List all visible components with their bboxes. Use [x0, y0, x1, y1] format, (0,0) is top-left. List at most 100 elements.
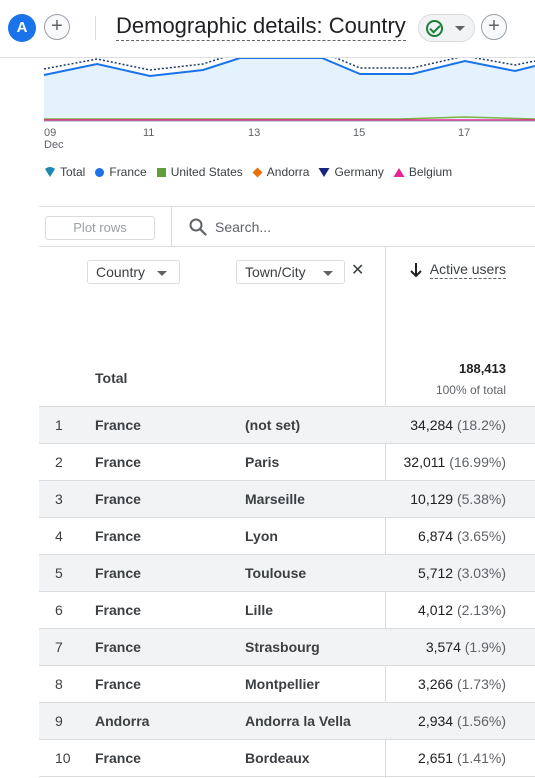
- row-percent: (2.13%): [456, 602, 506, 618]
- table-row[interactable]: 10 France Bordeaux 2,651 (1.41%): [39, 740, 535, 777]
- row-percent: (1.41%): [456, 750, 506, 766]
- row-city: (not set): [245, 417, 301, 433]
- row-city: Toulouse: [245, 565, 307, 581]
- row-rank: 8: [55, 676, 63, 692]
- row-rank: 9: [55, 713, 63, 729]
- add-comparison-button[interactable]: +: [44, 14, 70, 40]
- legend-marker-icon: [252, 165, 267, 179]
- legend-marker-icon: [94, 165, 109, 179]
- table-row[interactable]: 4 France Lyon 6,874 (3.65%): [39, 518, 535, 555]
- data-quality-button[interactable]: [418, 14, 475, 42]
- row-percent: (1.73%): [456, 676, 506, 692]
- legend-item-total[interactable]: Total: [44, 165, 85, 179]
- total-percent: 100% of total: [435, 383, 506, 397]
- table-row[interactable]: 1 France (not set) 34,284 (18.2%): [39, 407, 535, 444]
- legend-marker-icon: [318, 165, 334, 179]
- row-percent: (3.65%): [456, 528, 506, 544]
- row-country: France: [95, 602, 141, 618]
- row-rank: 2: [55, 454, 63, 470]
- row-country: France: [95, 750, 141, 766]
- legend-marker-icon: [156, 165, 171, 179]
- toolbar-divider: [171, 207, 172, 247]
- table-header: Country Town/City ✕ Active users Total 1…: [39, 247, 535, 407]
- city-dimension-label: Town/City: [245, 264, 306, 280]
- row-rank: 4: [55, 528, 63, 544]
- legend-item-united-states[interactable]: United States: [156, 165, 243, 179]
- chart-legend: Total France United States Andorra Germany Be…: [44, 164, 461, 179]
- row-percent: (1.9%): [464, 639, 506, 655]
- row-active-users: 2,651 (1.41%): [418, 750, 506, 766]
- row-value: 2,651: [418, 750, 457, 766]
- table-toolbar: Plot rows: [39, 206, 535, 247]
- row-active-users: 10,129 (5.38%): [410, 491, 506, 507]
- page-title[interactable]: Demographic details: Country: [116, 12, 406, 41]
- row-active-users: 3,574 (1.9%): [426, 639, 506, 655]
- row-active-users: 32,011 (16.99%): [404, 454, 506, 470]
- x-tick-label: 13: [248, 127, 260, 139]
- active-users-label: Active users: [429, 261, 506, 279]
- legend-label: United States: [170, 164, 243, 179]
- row-active-users: 34,284 (18.2%): [410, 417, 506, 433]
- search-input[interactable]: [215, 215, 515, 239]
- country-dimension-label: Country: [96, 264, 146, 280]
- table-row[interactable]: 2 France Paris 32,011 (16.99%): [39, 444, 535, 481]
- account-avatar[interactable]: A: [8, 14, 36, 42]
- row-value: 34,284: [410, 417, 457, 433]
- country-dimension-dropdown[interactable]: Country: [87, 260, 180, 284]
- row-city: Andorra la Vella: [245, 713, 351, 729]
- row-value: 4,012: [418, 602, 457, 618]
- table-row[interactable]: 9 Andorra Andorra la Vella 2,934 (1.56%): [39, 703, 535, 740]
- table-row[interactable]: 5 France Toulouse 5,712 (3.03%): [39, 555, 535, 592]
- legend-marker-icon: [44, 165, 60, 179]
- legend-label: Total: [60, 164, 86, 179]
- legend-item-andorra[interactable]: Andorra: [252, 164, 310, 179]
- active-users-column-header[interactable]: Active users: [409, 260, 506, 280]
- x-tick-label: 09: [44, 127, 56, 139]
- table-row[interactable]: 8 France Montpellier 3,266 (1.73%): [39, 666, 535, 703]
- row-percent: (3.03%): [456, 565, 506, 581]
- total-area-fill: [44, 58, 535, 119]
- plot-rows-button[interactable]: Plot rows: [45, 216, 155, 240]
- chart-plot-area: 09Dec 11 13 15 17: [43, 58, 535, 151]
- row-active-users: 2,934 (1.56%): [418, 713, 506, 729]
- row-value: 5,712: [418, 565, 457, 581]
- table-row[interactable]: 6 France Lille 4,012 (2.13%): [39, 592, 535, 629]
- row-country: France: [95, 565, 141, 581]
- row-city: Bordeaux: [245, 750, 310, 766]
- add-card-button[interactable]: +: [481, 14, 507, 40]
- legend-label: France: [109, 164, 147, 179]
- legend-item-germany[interactable]: Germany: [318, 164, 384, 179]
- row-country: France: [95, 417, 141, 433]
- x-tick-label: 11: [143, 127, 154, 139]
- x-tick-sublabel: Dec: [44, 139, 64, 151]
- chevron-down-icon: [323, 271, 333, 276]
- row-country: Andorra: [95, 713, 150, 729]
- report-header: A + Demographic details: Country +: [0, 0, 535, 58]
- row-value: 3,266: [418, 676, 457, 692]
- row-rank: 5: [55, 565, 63, 581]
- row-city: Marseille: [245, 491, 305, 507]
- row-active-users: 3,266 (1.73%): [418, 676, 506, 692]
- data-table: Country Town/City ✕ Active users Total 1…: [39, 247, 535, 778]
- row-city: Lyon: [245, 528, 278, 544]
- legend-item-france[interactable]: France: [94, 164, 147, 179]
- legend-label: Andorra: [266, 164, 310, 179]
- row-percent: (18.2%): [456, 417, 506, 433]
- table-row[interactable]: 3 France Marseille 10,129 (5.38%): [39, 481, 535, 518]
- row-city: Paris: [245, 454, 280, 470]
- city-dimension-dropdown[interactable]: Town/City: [236, 260, 345, 284]
- remove-dimension-close-icon[interactable]: ✕: [351, 261, 364, 281]
- legend-item-belgium[interactable]: Belgium: [393, 165, 452, 179]
- row-city: Strasbourg: [245, 639, 320, 655]
- legend-label: Germany: [334, 164, 384, 179]
- search-icon: [189, 218, 207, 236]
- row-value: 32,011: [403, 454, 450, 470]
- row-city: Montpellier: [245, 676, 320, 692]
- row-rank: 6: [55, 602, 63, 618]
- chevron-down-icon: [157, 271, 167, 276]
- x-tick-label: 17: [458, 127, 470, 139]
- row-active-users: 4,012 (2.13%): [418, 602, 506, 618]
- row-country: France: [95, 639, 141, 655]
- table-row[interactable]: 7 France Strasbourg 3,574 (1.9%): [39, 629, 535, 666]
- row-country: France: [95, 454, 141, 470]
